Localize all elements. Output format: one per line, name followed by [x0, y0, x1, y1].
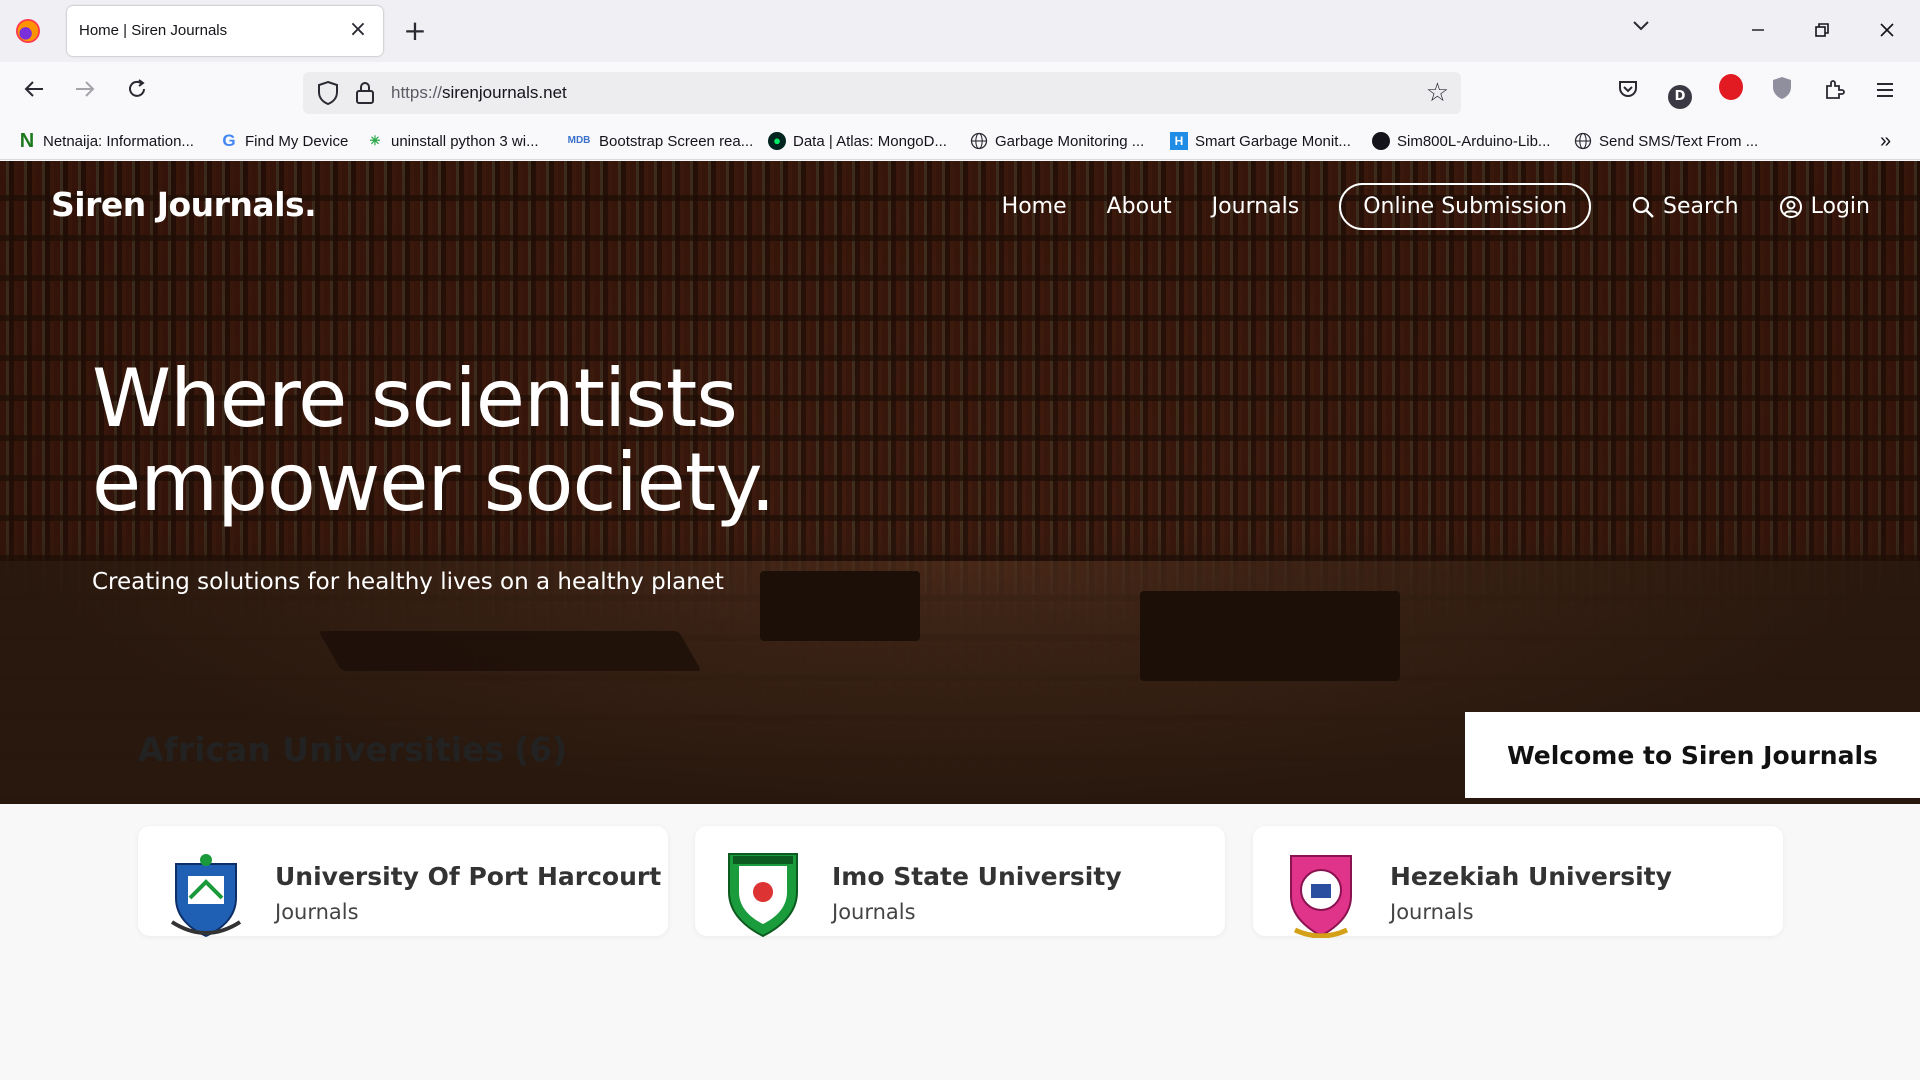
uniport-crest-logo [170, 854, 242, 938]
close-tab-icon[interactable]: × [345, 16, 371, 44]
section-title-count: (6) [514, 730, 568, 769]
nav-search-label: Search [1663, 194, 1739, 219]
minimize-icon[interactable] [1738, 14, 1778, 48]
imsu-crest-logo [728, 853, 798, 938]
welcome-banner: Welcome to Siren Journals [1465, 712, 1920, 798]
nav-login-label: Login [1810, 194, 1870, 219]
github-icon [1372, 132, 1390, 150]
hero-headline-line2: empower society. [92, 436, 776, 529]
bookmarks-toolbar: N Netnaija: Information... G Find My Dev… [0, 122, 1920, 160]
address-bar[interactable]: https://sirenjournals.net ☆ [303, 72, 1461, 114]
library-desk [1140, 591, 1400, 681]
forward-arrow-icon[interactable] [67, 74, 103, 110]
more-bookmarks-chevron-icon[interactable]: » [1880, 128, 1891, 154]
privacy-shield-extension-icon[interactable] [1764, 74, 1800, 110]
nav-journals[interactable]: Journals [1212, 194, 1300, 219]
firefox-logo-icon [16, 19, 40, 43]
bookmark-label: Find My Device [245, 132, 349, 150]
globe-icon [970, 132, 988, 150]
university-card[interactable]: University Of Port Harcourt Journals [138, 826, 668, 938]
bookmark-label: Smart Garbage Monit... [1195, 132, 1351, 150]
browser-tab-bar: Home | Siren Journals × + [0, 0, 1920, 62]
bookmark-star-icon[interactable]: ☆ [1426, 78, 1449, 108]
hero-headline-line1: Where scientists [92, 352, 738, 445]
library-desk [760, 571, 920, 641]
netnaija-icon: N [19, 130, 35, 152]
hezekiah-crest-logo [1290, 855, 1352, 938]
adblock-extension-icon[interactable] [1713, 74, 1749, 110]
bookmark-item[interactable]: G Find My Device [220, 128, 348, 154]
bookmark-label: uninstall python 3 wi... [391, 132, 539, 150]
bookmark-label: Send SMS/Text From ... [1599, 132, 1759, 150]
search-icon [1632, 196, 1654, 218]
bookmark-item[interactable]: Garbage Monitoring ... [970, 128, 1144, 154]
nav-home[interactable]: Home [1002, 194, 1067, 219]
mongodb-leaf-icon: ● [768, 132, 786, 150]
account-avatar-icon[interactable]: D [1662, 74, 1698, 110]
user-circle-icon [1779, 195, 1802, 218]
extensions-puzzle-icon[interactable] [1816, 74, 1852, 110]
university-name[interactable]: Hezekiah University [1390, 862, 1672, 891]
tracking-protection-shield-icon[interactable] [315, 80, 341, 106]
list-all-tabs-icon[interactable] [1626, 14, 1656, 46]
university-name[interactable]: University Of Port Harcourt [275, 862, 661, 891]
section-title-text: African Universities [138, 730, 505, 769]
bookmark-item[interactable]: ✳ uninstall python 3 wi... [366, 128, 539, 154]
bookmark-item[interactable]: MDB Bootstrap Screen rea... [566, 128, 754, 154]
library-bench [318, 631, 702, 671]
reload-icon[interactable] [119, 74, 155, 110]
online-submission-button[interactable]: Online Submission [1339, 183, 1592, 230]
site-logo[interactable]: Siren Journals. [51, 185, 317, 224]
site-navigation: Home About Journals Online Submission Se… [962, 183, 1870, 230]
bookmark-label: Netnaija: Information... [43, 132, 194, 150]
university-sub: Journals [832, 900, 916, 924]
restore-icon[interactable] [1802, 14, 1842, 48]
browser-nav-bar: https://sirenjournals.net ☆ D [0, 62, 1920, 122]
hero-headline: Where scientists empower society. [92, 357, 776, 525]
bookmark-label: Sim800L-Arduino-Lib... [1397, 132, 1551, 150]
url-text[interactable]: https://sirenjournals.net [391, 83, 567, 103]
app-menu-hamburger-icon[interactable] [1867, 74, 1903, 110]
tab-title: Home | Siren Journals [79, 22, 228, 39]
bookmark-item[interactable]: Send SMS/Text From ... [1574, 128, 1758, 154]
active-tab[interactable]: Home | Siren Journals × [67, 6, 383, 56]
section-title: African Universities (6) [138, 730, 567, 769]
web-page: Siren Journals. Home About Journals Onli… [0, 161, 1920, 1080]
bookmark-item[interactable]: H Smart Garbage Monit... [1170, 128, 1351, 154]
lock-icon[interactable] [353, 80, 377, 106]
close-window-icon[interactable] [1867, 14, 1907, 48]
university-sub: Journals [1390, 900, 1474, 924]
university-name[interactable]: Imo State University [832, 862, 1122, 891]
bookmark-label: Garbage Monitoring ... [995, 132, 1145, 150]
university-card[interactable]: Hezekiah University Journals [1253, 826, 1783, 938]
hero-subline: Creating solutions for healthy lives on … [92, 569, 724, 595]
nav-about[interactable]: About [1107, 194, 1172, 219]
bookmark-item[interactable]: ● Data | Atlas: MongoD... [768, 128, 947, 154]
pocket-icon[interactable] [1610, 74, 1646, 110]
hackster-icon: H [1170, 132, 1188, 150]
university-card[interactable]: Imo State University Journals [695, 826, 1225, 938]
university-sub: Journals [275, 900, 359, 924]
bookmark-item[interactable]: Sim800L-Arduino-Lib... [1372, 128, 1550, 154]
nav-search[interactable]: Search [1631, 194, 1739, 219]
bookmark-label: Bootstrap Screen rea... [599, 132, 754, 150]
bookmark-item[interactable]: N Netnaija: Information... [18, 128, 194, 154]
bookmark-label: Data | Atlas: MongoD... [793, 132, 947, 150]
back-arrow-icon[interactable] [16, 74, 52, 110]
google-icon: G [222, 131, 236, 150]
new-tab-icon[interactable]: + [400, 14, 430, 48]
globe-icon [1574, 132, 1592, 150]
mdb-icon: MDB [567, 135, 591, 146]
python-spark-icon: ✳ [369, 133, 381, 148]
hero-library-background: Siren Journals. Home About Journals Onli… [0, 161, 1920, 804]
nav-login[interactable]: Login [1779, 194, 1870, 219]
